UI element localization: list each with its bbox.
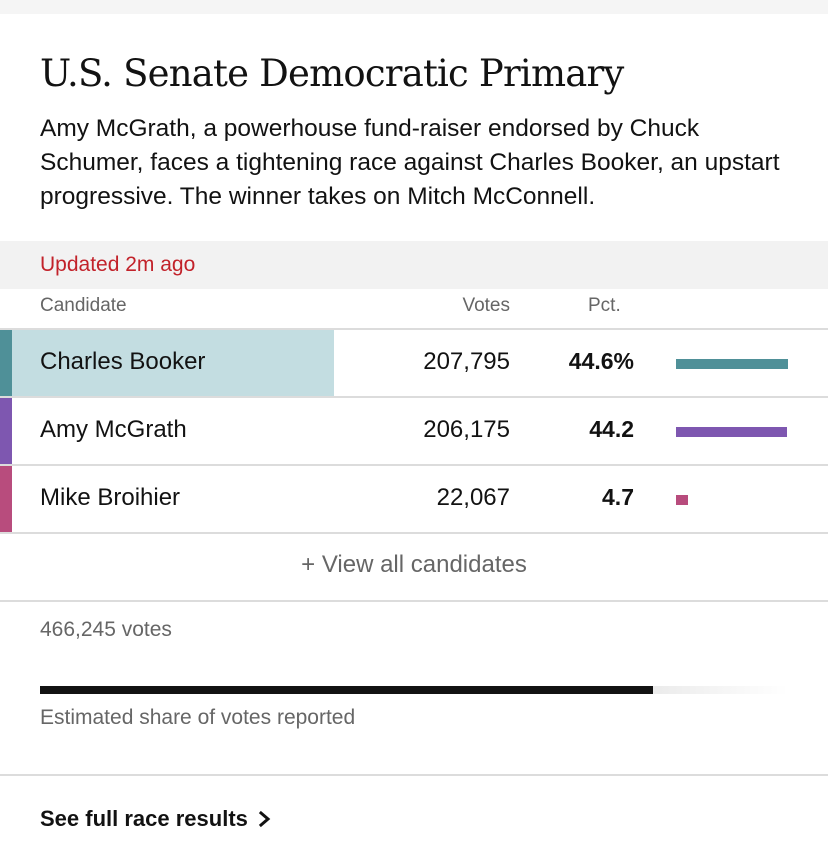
candidate-pct: 4.7 (602, 484, 634, 510)
candidate-pct: 44.2 (589, 416, 634, 442)
reporting-progress-label: Estimated share of votes reported (40, 706, 356, 729)
chevron-right-icon (258, 810, 271, 828)
reporting-progress-bar (40, 686, 788, 694)
divider (0, 600, 828, 602)
candidate-color-swatch (0, 466, 12, 532)
view-all-candidates-button[interactable]: + View all candidates (0, 551, 828, 579)
column-header-votes: Votes (462, 295, 510, 316)
candidate-share-bar (676, 359, 788, 369)
updated-timestamp: Updated 2m ago (40, 253, 196, 276)
candidate-row-mcgrath: Amy McGrath 206,175 44.2 (0, 398, 828, 464)
top-strip (0, 0, 828, 14)
candidate-name: Mike Broihier (40, 484, 181, 511)
reporting-progress-fill (40, 686, 654, 694)
candidate-share-bar (676, 495, 688, 505)
candidate-name: Charles Booker (40, 348, 206, 375)
race-title: U.S. Senate Democratic Primary (40, 52, 624, 95)
column-header-pct: Pct. (588, 295, 621, 316)
candidate-votes: 206,175 (423, 416, 510, 443)
candidate-votes: 22,067 (436, 484, 510, 511)
candidate-color-swatch (0, 330, 12, 396)
divider (0, 774, 828, 776)
total-votes: 466,245 votes (40, 618, 172, 641)
see-full-results-link[interactable]: See full race results (40, 806, 272, 832)
race-description: Amy McGrath, a powerhouse fund-raiser en… (40, 115, 780, 210)
candidate-share-bar (676, 427, 787, 437)
update-status-bar: Updated 2m ago (0, 241, 828, 289)
candidate-name: Amy McGrath (40, 416, 187, 443)
divider (0, 532, 828, 534)
candidate-votes: 207,795 (423, 348, 510, 375)
candidate-row-broihier: Mike Broihier 22,067 4.7 (0, 466, 828, 532)
candidate-pct: 44.6% (568, 348, 634, 374)
candidate-row-booker: Charles Booker 207,795 44.6% (0, 330, 828, 396)
see-full-results-label: See full race results (40, 806, 248, 831)
column-header-candidate: Candidate (40, 295, 127, 316)
candidate-color-swatch (0, 398, 12, 464)
